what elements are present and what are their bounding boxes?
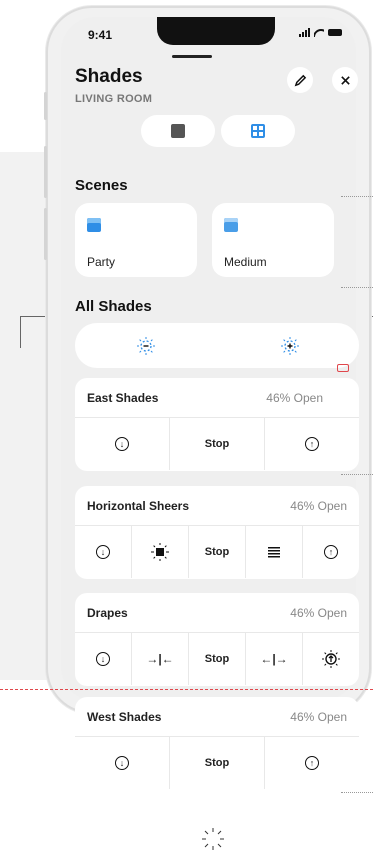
side-button-mute [44,92,47,120]
light-up-icon [322,650,340,668]
scene-medium-card[interactable]: Medium [212,203,334,277]
shade-stop-button[interactable]: Stop [170,737,265,789]
battery-icon [328,29,342,36]
arrow-down-icon: ↓ [115,756,129,770]
grid-icon [251,124,265,138]
shade-up-button[interactable]: ↑ [265,418,359,470]
bright-plus-icon [281,337,299,355]
blocks-icon [171,124,185,138]
lines-icon [268,546,280,558]
shade-down-button[interactable]: ↓ [75,737,170,789]
sheer-light-icon [151,543,169,561]
shade-card-west: West Shades 46% Open ↓ Stop ↑ [75,697,359,790]
status-time: 9:41 [88,28,113,42]
all-shades-heading: All Shades [75,298,152,315]
annotation-dots [341,196,373,197]
signal-icon [299,28,310,37]
list-view-toggle[interactable] [141,115,215,147]
scene-party-card[interactable]: Party [75,203,197,277]
arrow-down-icon: ↓ [96,652,110,666]
shade-down-button[interactable]: ↓ [75,633,132,685]
drapes-open-button[interactable]: ←|→ [246,633,303,685]
page-title: Shades [75,66,143,87]
shade-light-button[interactable] [132,526,189,578]
shade-header: Horizontal Sheers 46% Open [75,486,359,526]
arrow-down-icon: ↓ [115,437,129,451]
shade-status: 46% Open [290,709,347,724]
shade-name: West Shades [87,709,162,724]
annotation-dots [341,287,373,288]
side-button-volume-down [44,208,47,260]
annotation-dots [341,792,373,793]
wifi-icon [314,29,324,37]
shade-card-east: East Shades 46% Open ↓ Stop ↑ [75,378,359,471]
shade-name: East Shades [87,390,159,405]
arrow-up-icon: ↑ [324,545,338,559]
low-battery-icon [337,364,349,372]
shade-stop-button[interactable]: Stop [189,526,246,578]
shade-card-horizontal-sheers: Horizontal Sheers 46% Open ↓ Stop ↑ [75,486,359,579]
edit-button[interactable] [287,67,313,93]
shade-header: East Shades 46% Open [75,378,359,418]
shade-stop-button[interactable]: Stop [189,633,246,685]
shade-name: Horizontal Sheers [87,498,190,513]
shade-stop-button[interactable]: Stop [170,418,265,470]
drapes-close-button[interactable]: →|← [132,633,189,685]
annotation-dots [341,474,373,475]
shade-up-button[interactable]: ↑ [303,526,359,578]
notch [157,17,275,45]
shade-status: 46% Open [290,498,347,513]
shade-controls: ↓ →|← Stop ←|→ [75,633,359,685]
all-shades-control [75,323,359,368]
open-all-button[interactable] [279,335,301,362]
window-icon [224,218,238,232]
arrow-down-icon: ↓ [96,545,110,559]
annotation-leader-left-tick [20,316,21,348]
shade-controls: ↓ Stop ↑ [75,418,359,470]
room-subtitle: LIVING ROOM [75,93,153,105]
arrow-up-icon: ↑ [305,437,319,451]
shade-header: West Shades 46% Open [75,697,359,737]
dim-minus-icon [137,337,155,355]
close-all-button[interactable] [135,335,157,362]
scenes-heading: Scenes [75,177,128,194]
close-in-icon: →|← [146,652,174,666]
fold-line [0,689,373,690]
sheet-grabber[interactable] [172,55,212,58]
pencil-icon [294,74,306,86]
arrow-up-icon: ↑ [305,756,319,770]
shade-header: Drapes 46% Open [75,593,359,633]
shade-status: 46% Open [290,605,347,620]
shade-controls: ↓ Stop ↑ [75,526,359,578]
open-out-icon: ←|→ [260,652,288,666]
shade-name: Drapes [87,605,128,620]
shade-status: 46% Open [266,390,323,405]
shade-up-button[interactable]: ↑ [265,737,359,789]
shade-card-drapes: Drapes 46% Open ↓ →|← Stop ←|→ [75,593,359,686]
close-icon [340,75,350,85]
scene-medium-label: Medium [224,255,267,269]
grid-view-toggle[interactable] [221,115,295,147]
status-icons [299,28,342,37]
side-button-volume-up [44,146,47,198]
close-button[interactable] [332,67,358,93]
shade-down-button[interactable]: ↓ [75,526,132,578]
drapes-light-button[interactable] [303,633,359,685]
shade-controls: ↓ Stop ↑ [75,737,359,789]
shade-tilt-button[interactable] [246,526,303,578]
shade-down-button[interactable]: ↓ [75,418,170,470]
sun-icon [202,828,224,850]
scene-party-label: Party [87,255,116,269]
blind-icon [87,218,101,232]
